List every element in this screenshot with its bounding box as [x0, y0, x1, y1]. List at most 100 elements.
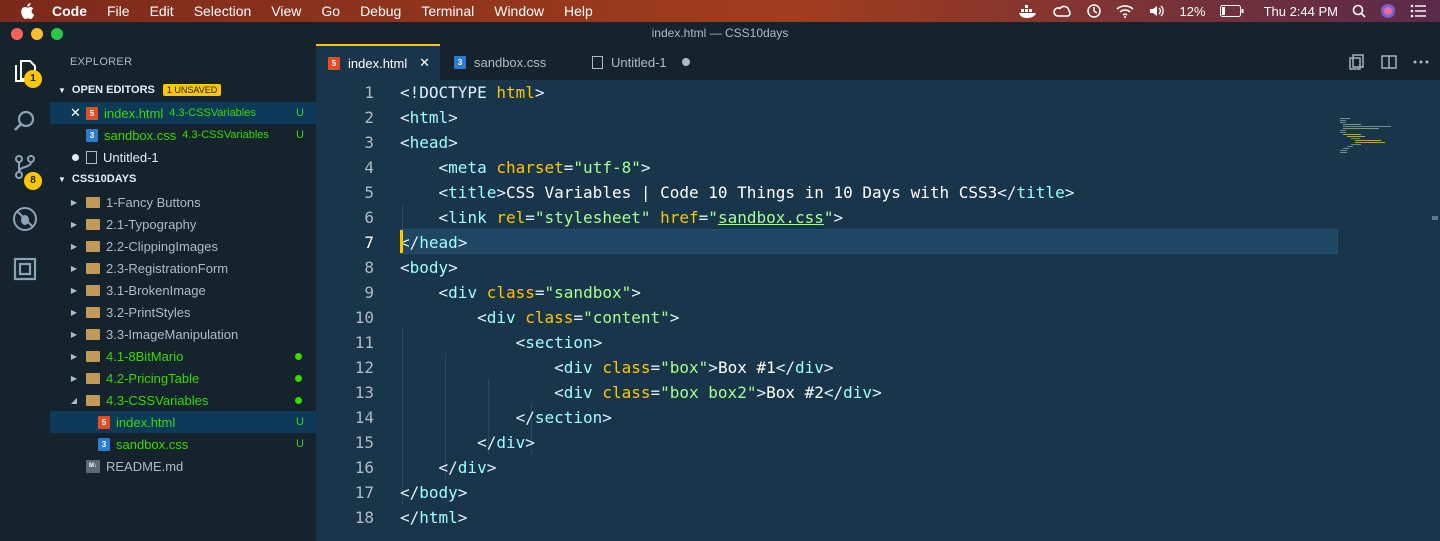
zoom-window-button[interactable] — [51, 28, 63, 40]
code-token: title — [1016, 183, 1065, 202]
line-number: 12 — [354, 358, 374, 377]
line-number: 17 — [354, 483, 374, 502]
folder-item[interactable]: ▶ 3.2-PrintStyles — [50, 301, 316, 323]
menu-window[interactable]: Window — [494, 3, 544, 19]
close-window-button[interactable] — [11, 28, 23, 40]
minimize-window-button[interactable] — [31, 28, 43, 40]
folder-item[interactable]: ▶ 3.1-BrokenImage — [50, 279, 316, 301]
menu-terminal[interactable]: Terminal — [421, 3, 474, 19]
line-number: 4 — [364, 158, 374, 177]
window-titlebar: index.html — CSS10days — [0, 22, 1440, 44]
menu-edit[interactable]: Edit — [150, 3, 174, 19]
line-number: 8 — [364, 258, 374, 277]
open-changes-icon[interactable] — [1348, 53, 1366, 76]
code-token: class — [525, 308, 574, 327]
folder-item[interactable]: ▶ 3.3-ImageManipulation — [50, 323, 316, 345]
css3-icon: 3 — [454, 55, 466, 69]
html5-icon: 5 — [86, 106, 98, 120]
menu-go[interactable]: Go — [321, 3, 340, 19]
code-token: title — [448, 183, 497, 202]
folder-label: 2.3-RegistrationForm — [106, 260, 229, 276]
css3-icon: 3 — [98, 437, 110, 451]
chevron-right-icon: ▶ — [70, 307, 78, 317]
file-item-index-html[interactable]: 5 index.html U — [50, 411, 316, 433]
code-token: head — [409, 133, 449, 152]
search-icon[interactable] — [12, 108, 38, 134]
close-icon[interactable]: ✕ — [419, 55, 430, 71]
chevron-right-icon: ▶ — [70, 373, 78, 383]
line-number: 3 — [364, 133, 374, 152]
open-editor-sandbox-css[interactable]: 3 sandbox.css 4.3-CSSVariables U — [50, 124, 316, 146]
code-token: body — [409, 258, 449, 277]
open-editors-header[interactable]: ▼ OPEN EDITORS 1 UNSAVED — [50, 79, 316, 101]
tab-untitled-1[interactable]: Untitled-1 — [580, 44, 700, 80]
close-icon[interactable]: ✕ — [70, 105, 82, 121]
code-line: <meta charset="utf-8"> — [438, 158, 651, 177]
open-editor-folder: 4.3-CSSVariables — [169, 107, 256, 119]
menu-view[interactable]: View — [271, 3, 301, 19]
line-number: 10 — [354, 308, 374, 327]
open-editor-index-html[interactable]: ✕ 5 index.html 4.3-CSSVariables U — [50, 102, 316, 124]
docker-icon[interactable] — [1018, 4, 1038, 18]
folder-label: 4.3-CSSVariables — [106, 392, 209, 408]
chevron-down-icon: ▼ — [58, 174, 66, 184]
minimap[interactable] — [1338, 116, 1438, 156]
more-actions-icon[interactable] — [1412, 53, 1430, 76]
folder-item[interactable]: ▶ 1-Fancy Buttons — [50, 191, 316, 213]
code-token: class — [602, 383, 651, 402]
open-editor-untitled-1[interactable]: Untitled-1 — [50, 146, 316, 168]
folder-item-expanded[interactable]: ◢ 4.3-CSSVariables — [50, 389, 316, 411]
creative-cloud-icon[interactable] — [1052, 4, 1072, 18]
line-number: 13 — [354, 383, 374, 402]
folder-icon — [86, 372, 100, 384]
activity-bar: 1 8 — [0, 44, 50, 541]
debug-icon[interactable] — [12, 206, 38, 232]
file-item-sandbox-css[interactable]: 3 sandbox.css U — [50, 433, 316, 455]
code-token: class — [486, 283, 535, 302]
menu-help[interactable]: Help — [564, 3, 593, 19]
battery-icon[interactable] — [1219, 5, 1244, 17]
modified-dot-icon — [295, 396, 302, 404]
time-machine-icon[interactable] — [1086, 3, 1102, 19]
menu-debug[interactable]: Debug — [360, 3, 401, 19]
menubar-status-area: 12% Thu 2:44 PM — [1018, 0, 1426, 22]
folder-item[interactable]: ▶ 4.2-PricingTable — [50, 367, 316, 389]
extensions-icon[interactable] — [12, 256, 38, 282]
folder-item[interactable]: ▶ 2.3-RegistrationForm — [50, 257, 316, 279]
file-item-readme[interactable]: M↓ README.md — [50, 455, 316, 477]
folder-item[interactable]: ▶ 2.1-Typography — [50, 213, 316, 235]
code-token: link — [448, 208, 487, 227]
macos-menubar: Code File Edit Selection View Go Debug T… — [0, 0, 1440, 22]
code-token: rel — [496, 208, 526, 227]
siri-icon[interactable] — [1380, 3, 1396, 19]
folder-item[interactable]: ▶ 4.1-8BitMario — [50, 345, 316, 367]
notification-center-icon[interactable] — [1410, 4, 1426, 18]
menu-app-code[interactable]: Code — [52, 3, 87, 19]
tab-sandbox-css[interactable]: 3 sandbox.css — [442, 44, 578, 80]
markdown-icon: M↓ — [86, 459, 100, 473]
wifi-icon[interactable] — [1115, 4, 1134, 18]
code-token: div — [563, 383, 593, 402]
workspace-header[interactable]: ▼ CSS10DAYS — [50, 168, 316, 190]
code-link[interactable]: sandbox.css — [718, 208, 824, 227]
split-editor-icon[interactable] — [1380, 53, 1398, 76]
code-editor[interactable]: 1 2 3 4 5 6 7 8 9 10 11 12 13 14 15 16 1… — [316, 80, 1440, 541]
open-editor-folder: 4.3-CSSVariables — [182, 129, 269, 141]
menu-file[interactable]: File — [107, 3, 130, 19]
file-label: index.html — [116, 414, 176, 430]
menubar-clock[interactable]: Thu 2:44 PM — [1264, 4, 1338, 19]
code-token: "box" — [660, 358, 709, 377]
code-line: <div class="content"> — [477, 308, 680, 327]
menu-selection[interactable]: Selection — [194, 3, 252, 19]
scrollbar-marker[interactable] — [1432, 216, 1438, 220]
apple-icon[interactable] — [20, 3, 36, 19]
code-token: Box #1 — [717, 358, 776, 377]
tab-index-html[interactable]: 5 index.html ✕ — [316, 44, 440, 80]
volume-icon[interactable] — [1148, 4, 1166, 18]
code-token: div — [563, 358, 593, 377]
chevron-right-icon: ▶ — [70, 241, 78, 251]
spotlight-search-icon[interactable] — [1352, 4, 1366, 18]
folder-item[interactable]: ▶ 2.2-ClippingImages — [50, 235, 316, 257]
untracked-status: U — [296, 129, 304, 141]
file-icon — [86, 150, 97, 164]
